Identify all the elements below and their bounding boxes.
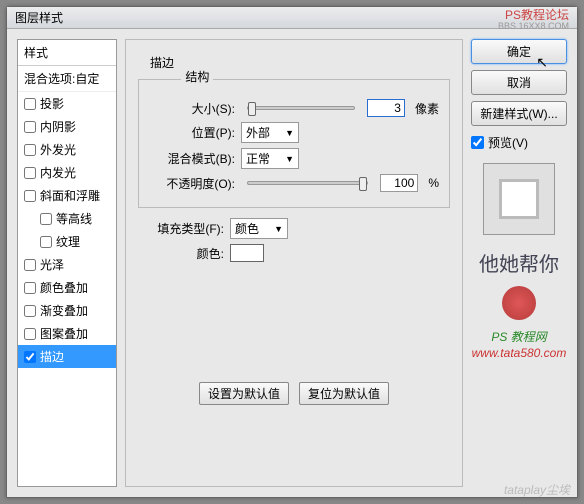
style-checkbox[interactable] bbox=[24, 351, 36, 363]
opacity-unit: % bbox=[428, 176, 439, 190]
style-item[interactable]: 光泽 bbox=[18, 253, 116, 276]
preview-label: 预览(V) bbox=[488, 134, 528, 151]
style-checkbox[interactable] bbox=[24, 190, 36, 202]
style-list: 样式 混合选项:自定 投影内阴影外发光内发光斜面和浮雕等高线纹理光泽颜色叠加渐变… bbox=[17, 39, 117, 487]
style-item-label: 内阴影 bbox=[40, 118, 76, 135]
size-input[interactable] bbox=[367, 99, 405, 117]
blendmode-row: 混合模式(B): 正常 ▼ bbox=[149, 148, 439, 169]
position-select[interactable]: 外部 ▼ bbox=[241, 122, 299, 143]
style-item[interactable]: 图案叠加 bbox=[18, 322, 116, 345]
style-item[interactable]: 纹理 bbox=[18, 230, 116, 253]
style-item-label: 描边 bbox=[40, 348, 64, 365]
blend-options-row[interactable]: 混合选项:自定 bbox=[18, 66, 116, 92]
structure-group: 大小(S): 像素 位置(P): 外部 ▼ 混合模式(B): 正常 bbox=[138, 79, 450, 208]
color-row: 颜色: bbox=[138, 244, 450, 262]
style-item-label: 斜面和浮雕 bbox=[40, 187, 100, 204]
reset-default-button[interactable]: 复位为默认值 bbox=[299, 382, 389, 405]
style-checkbox[interactable] bbox=[24, 121, 36, 133]
style-item-label: 内发光 bbox=[40, 164, 76, 181]
style-item-label: 等高线 bbox=[56, 210, 92, 227]
watermark-seal-icon bbox=[502, 286, 536, 320]
opacity-input[interactable] bbox=[380, 174, 418, 192]
style-checkbox[interactable] bbox=[24, 259, 36, 271]
preview-row: 预览(V) bbox=[471, 132, 567, 153]
window-title: 图层样式 bbox=[15, 9, 63, 26]
set-default-button[interactable]: 设置为默认值 bbox=[199, 382, 289, 405]
style-checkbox[interactable] bbox=[24, 167, 36, 179]
style-item-label: 光泽 bbox=[40, 256, 64, 273]
new-style-button[interactable]: 新建样式(W)... bbox=[471, 101, 567, 126]
blendmode-label: 混合模式(B): bbox=[149, 150, 235, 167]
style-checkbox[interactable] bbox=[24, 328, 36, 340]
cursor-icon: ↖ bbox=[536, 54, 548, 71]
filltype-row: 填充类型(F): 颜色 ▼ bbox=[138, 218, 450, 239]
style-item[interactable]: 渐变叠加 bbox=[18, 299, 116, 322]
opacity-slider[interactable] bbox=[247, 181, 368, 185]
style-item[interactable]: 外发光 bbox=[18, 138, 116, 161]
preview-box bbox=[483, 163, 555, 235]
titlebar[interactable]: 图层样式 PS教程论坛 BBS.16XX8.COM bbox=[7, 7, 577, 29]
style-item[interactable]: 投影 bbox=[18, 92, 116, 115]
color-swatch[interactable] bbox=[230, 244, 264, 262]
default-buttons-row: 设置为默认值 复位为默认值 bbox=[138, 382, 450, 405]
opacity-row: 不透明度(O): % bbox=[149, 174, 439, 192]
preview-swatch bbox=[499, 179, 539, 219]
style-list-header[interactable]: 样式 bbox=[18, 40, 116, 66]
watermark-bottom: tataplay尘埃 bbox=[504, 481, 570, 498]
filltype-select[interactable]: 颜色 ▼ bbox=[230, 218, 288, 239]
cancel-button[interactable]: 取消 bbox=[471, 70, 567, 95]
style-checkbox[interactable] bbox=[24, 305, 36, 317]
main-panel: 描边 结构 大小(S): 像素 位置(P): 外部 ▼ 混合模 bbox=[125, 39, 463, 487]
style-item-label: 外发光 bbox=[40, 141, 76, 158]
style-checkbox[interactable] bbox=[24, 98, 36, 110]
style-item[interactable]: 描边 bbox=[18, 345, 116, 368]
panel-title: 描边 bbox=[146, 54, 178, 71]
watermark-calligraphy: 他她帮你 bbox=[471, 255, 567, 276]
style-item-label: 渐变叠加 bbox=[40, 302, 88, 319]
filltype-label: 填充类型(F): bbox=[138, 220, 224, 237]
watermark-top: PS教程论坛 BBS.16XX8.COM bbox=[498, 9, 569, 32]
layer-style-dialog: 图层样式 PS教程论坛 BBS.16XX8.COM 样式 混合选项:自定 投影内… bbox=[6, 6, 578, 498]
preview-checkbox[interactable] bbox=[471, 136, 484, 149]
style-item-label: 投影 bbox=[40, 95, 64, 112]
ok-button[interactable]: 确定 ↖ bbox=[471, 39, 567, 64]
chevron-down-icon: ▼ bbox=[274, 224, 283, 234]
right-column: 确定 ↖ 取消 新建样式(W)... 预览(V) 他她帮你 PS 教程网 www… bbox=[471, 39, 567, 487]
position-label: 位置(P): bbox=[149, 124, 235, 141]
position-row: 位置(P): 外部 ▼ bbox=[149, 122, 439, 143]
style-item[interactable]: 内发光 bbox=[18, 161, 116, 184]
blendmode-select[interactable]: 正常 ▼ bbox=[241, 148, 299, 169]
color-label: 颜色: bbox=[138, 245, 224, 262]
size-unit: 像素 bbox=[415, 100, 439, 117]
style-checkbox[interactable] bbox=[24, 282, 36, 294]
style-item[interactable]: 斜面和浮雕 bbox=[18, 184, 116, 207]
opacity-label: 不透明度(O): bbox=[149, 175, 235, 192]
style-item[interactable]: 内阴影 bbox=[18, 115, 116, 138]
size-row: 大小(S): 像素 bbox=[149, 99, 439, 117]
style-item-label: 纹理 bbox=[56, 233, 80, 250]
chevron-down-icon: ▼ bbox=[285, 154, 294, 164]
style-checkbox[interactable] bbox=[40, 213, 52, 225]
style-item[interactable]: 颜色叠加 bbox=[18, 276, 116, 299]
chevron-down-icon: ▼ bbox=[285, 128, 294, 138]
dialog-content: 样式 混合选项:自定 投影内阴影外发光内发光斜面和浮雕等高线纹理光泽颜色叠加渐变… bbox=[7, 29, 577, 497]
watermark-footer: PS 教程网 www.tata580.com bbox=[471, 330, 567, 361]
style-item-label: 颜色叠加 bbox=[40, 279, 88, 296]
style-item-label: 图案叠加 bbox=[40, 325, 88, 342]
group-structure-label: 结构 bbox=[181, 68, 213, 85]
style-checkbox[interactable] bbox=[40, 236, 52, 248]
style-checkbox[interactable] bbox=[24, 144, 36, 156]
style-item[interactable]: 等高线 bbox=[18, 207, 116, 230]
size-slider[interactable] bbox=[247, 106, 355, 110]
size-label: 大小(S): bbox=[149, 100, 235, 117]
